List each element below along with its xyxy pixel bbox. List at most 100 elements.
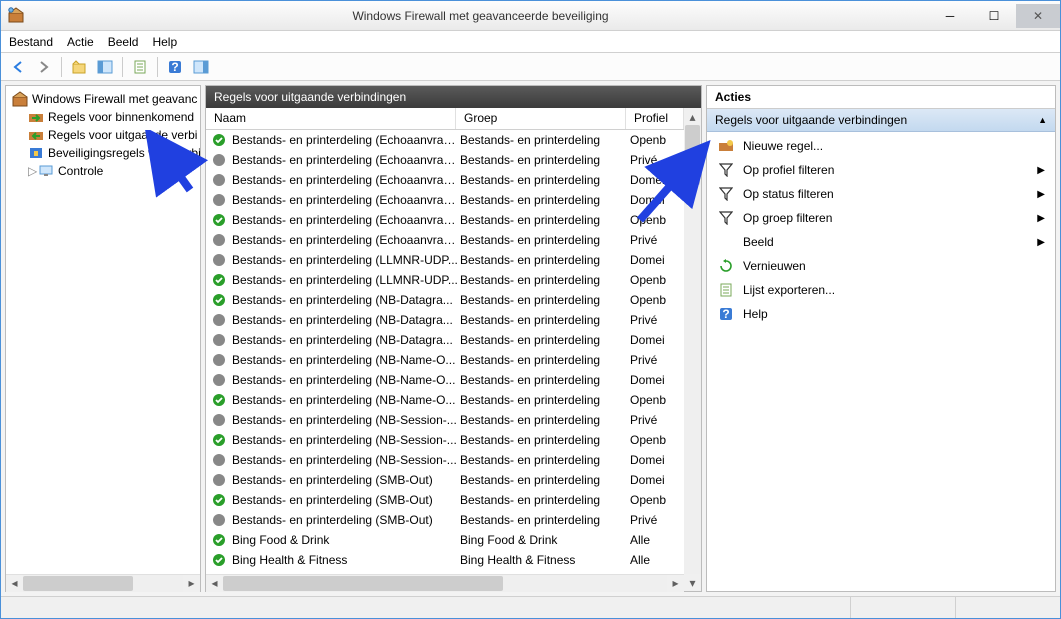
col-name[interactable]: Naam xyxy=(206,108,456,129)
rule-profile: Privé xyxy=(630,233,684,247)
actions-subtitle: Regels voor uitgaande verbindingen ▲ xyxy=(707,109,1055,132)
svg-text:?: ? xyxy=(722,307,729,321)
rule-name: Bestands- en printerdeling (SMB-Out) xyxy=(228,493,460,507)
tree-security[interactable]: Beveiligingsregels voor verbi xyxy=(10,144,200,162)
rule-profile: Privé xyxy=(630,413,684,427)
enabled-icon xyxy=(210,273,228,287)
rule-profile: Domei xyxy=(630,373,684,387)
up-button[interactable] xyxy=(68,56,90,78)
table-row[interactable]: Bestands- en printerdeling (NB-Session-.… xyxy=(206,450,684,470)
statusbar xyxy=(1,596,1060,618)
help-button[interactable]: ? xyxy=(164,56,186,78)
forward-button[interactable] xyxy=(33,56,55,78)
rule-group: Bestands- en printerdeling xyxy=(460,333,630,347)
table-row[interactable]: Bestands- en printerdeling (Echoaanvraa.… xyxy=(206,230,684,250)
table-row[interactable]: Bestands- en printerdeling (Echoaanvraa.… xyxy=(206,150,684,170)
table-row[interactable]: Bestands- en printerdeling (NB-Datagra..… xyxy=(206,330,684,350)
rule-name: Bestands- en printerdeling (NB-Datagra..… xyxy=(228,313,460,327)
close-button[interactable]: ✕ xyxy=(1016,4,1060,28)
back-button[interactable] xyxy=(7,56,29,78)
table-row[interactable]: Bing Health & FitnessBing Health & Fitne… xyxy=(206,550,684,570)
menu-action[interactable]: Actie xyxy=(67,35,94,49)
action-new-rule[interactable]: Nieuwe regel... xyxy=(711,134,1051,158)
action-refresh[interactable]: Vernieuwen xyxy=(711,254,1051,278)
rule-group: Bestands- en printerdeling xyxy=(460,453,630,467)
action-filter-group[interactable]: Op groep filteren ▶ xyxy=(711,206,1051,230)
table-row[interactable]: Bestands- en printerdeling (Echoaanvraa.… xyxy=(206,130,684,150)
tree-outbound[interactable]: Regels voor uitgaande verbi xyxy=(10,126,200,144)
rule-group: Bestands- en printerdeling xyxy=(460,173,630,187)
menu-file[interactable]: Bestand xyxy=(9,35,53,49)
action-filter-profile[interactable]: Op profiel filteren ▶ xyxy=(711,158,1051,182)
rule-name: Bestands- en printerdeling (Echoaanvraa.… xyxy=(228,153,460,167)
table-row[interactable]: Bestands- en printerdeling (Echoaanvraa.… xyxy=(206,170,684,190)
enabled-icon xyxy=(210,133,228,147)
disabled-icon xyxy=(210,153,228,167)
table-row[interactable]: Bestands- en printerdeling (SMB-Out)Best… xyxy=(206,470,684,490)
rule-profile: Openb xyxy=(630,133,684,147)
tree-inbound[interactable]: Regels voor binnenkomend xyxy=(10,108,200,126)
new-rule-icon xyxy=(717,138,735,154)
grid-vscroll[interactable]: ▴▾ xyxy=(684,108,701,591)
rule-name: Bestands- en printerdeling (NB-Name-O... xyxy=(228,353,460,367)
rule-name: Bestands- en printerdeling (Echoaanvraa.… xyxy=(228,173,460,187)
window-title: Windows Firewall met geavanceerde beveil… xyxy=(33,9,928,23)
rule-group: Bestands- en printerdeling xyxy=(460,153,630,167)
table-row[interactable]: Bestands- en printerdeling (NB-Datagra..… xyxy=(206,310,684,330)
table-row[interactable]: Bestands- en printerdeling (NB-Datagra..… xyxy=(206,290,684,310)
collapse-icon[interactable]: ▲ xyxy=(1038,115,1047,125)
table-row[interactable]: Bestands- en printerdeling (NB-Name-O...… xyxy=(206,350,684,370)
submenu-arrow-icon: ▶ xyxy=(1037,165,1045,176)
action-export[interactable]: Lijst exporteren... xyxy=(711,278,1051,302)
show-hide-actions-button[interactable] xyxy=(190,56,212,78)
tree-monitor[interactable]: ▷ Controle xyxy=(10,162,200,180)
action-filter-status[interactable]: Op status filteren ▶ xyxy=(711,182,1051,206)
table-row[interactable]: Bestands- en printerdeling (LLMNR-UDP...… xyxy=(206,270,684,290)
table-row[interactable]: Bestands- en printerdeling (SMB-Out)Best… xyxy=(206,510,684,530)
submenu-arrow-icon: ▶ xyxy=(1037,237,1045,248)
table-row[interactable]: Bestands- en printerdeling (SMB-Out)Best… xyxy=(206,490,684,510)
grid-hscroll[interactable]: ◂▸ xyxy=(206,574,684,591)
show-hide-tree-button[interactable] xyxy=(94,56,116,78)
rule-profile: Domei xyxy=(630,333,684,347)
menu-view[interactable]: Beeld xyxy=(108,35,139,49)
table-row[interactable]: Bestands- en printerdeling (NB-Name-O...… xyxy=(206,390,684,410)
col-group[interactable]: Groep xyxy=(456,108,626,129)
table-row[interactable]: Bestands- en printerdeling (Echoaanvraa.… xyxy=(206,210,684,230)
enabled-icon xyxy=(210,433,228,447)
rule-name: Bestands- en printerdeling (LLMNR-UDP... xyxy=(228,273,460,287)
action-help[interactable]: ? Help xyxy=(711,302,1051,326)
export-button[interactable] xyxy=(129,56,151,78)
rule-group: Bestands- en printerdeling xyxy=(460,473,630,487)
expand-icon[interactable]: ▷ xyxy=(28,164,38,178)
minimize-button[interactable]: ─ xyxy=(928,4,972,28)
table-row[interactable]: Bestands- en printerdeling (NB-Name-O...… xyxy=(206,370,684,390)
rules-pane: Regels voor uitgaande verbindingen Naam … xyxy=(205,85,702,592)
table-row[interactable]: Bestands- en printerdeling (NB-Session-.… xyxy=(206,410,684,430)
table-row[interactable]: Bestands- en printerdeling (LLMNR-UDP...… xyxy=(206,250,684,270)
rule-group: Bestands- en printerdeling xyxy=(460,393,630,407)
table-row[interactable]: Bing Food & DrinkBing Food & DrinkAlle xyxy=(206,530,684,550)
submenu-arrow-icon: ▶ xyxy=(1037,213,1045,224)
filter-icon xyxy=(717,186,735,202)
rule-profile: Domei xyxy=(630,193,684,207)
maximize-button[interactable]: ☐ xyxy=(972,4,1016,28)
rule-name: Bestands- en printerdeling (NB-Name-O... xyxy=(228,373,460,387)
disabled-icon xyxy=(210,313,228,327)
enabled-icon xyxy=(210,493,228,507)
rule-group: Bestands- en printerdeling xyxy=(460,213,630,227)
col-profile[interactable]: Profiel xyxy=(626,108,684,129)
table-row[interactable]: Bestands- en printerdeling (Echoaanvraa.… xyxy=(206,190,684,210)
tree-hscroll[interactable]: ◂▸ xyxy=(6,574,200,591)
rule-name: Bestands- en printerdeling (SMB-Out) xyxy=(228,513,460,527)
action-view[interactable]: Beeld ▶ xyxy=(711,230,1051,254)
menu-help[interactable]: Help xyxy=(152,35,177,49)
tree-root[interactable]: Windows Firewall met geavanc xyxy=(10,90,200,108)
rule-name: Bing Food & Drink xyxy=(228,533,460,547)
enabled-icon xyxy=(210,553,228,567)
toolbar: ? xyxy=(1,53,1060,81)
table-row[interactable]: Bestands- en printerdeling (NB-Session-.… xyxy=(206,430,684,450)
enabled-icon xyxy=(210,393,228,407)
help-icon: ? xyxy=(717,306,735,322)
rule-profile: Privé xyxy=(630,313,684,327)
